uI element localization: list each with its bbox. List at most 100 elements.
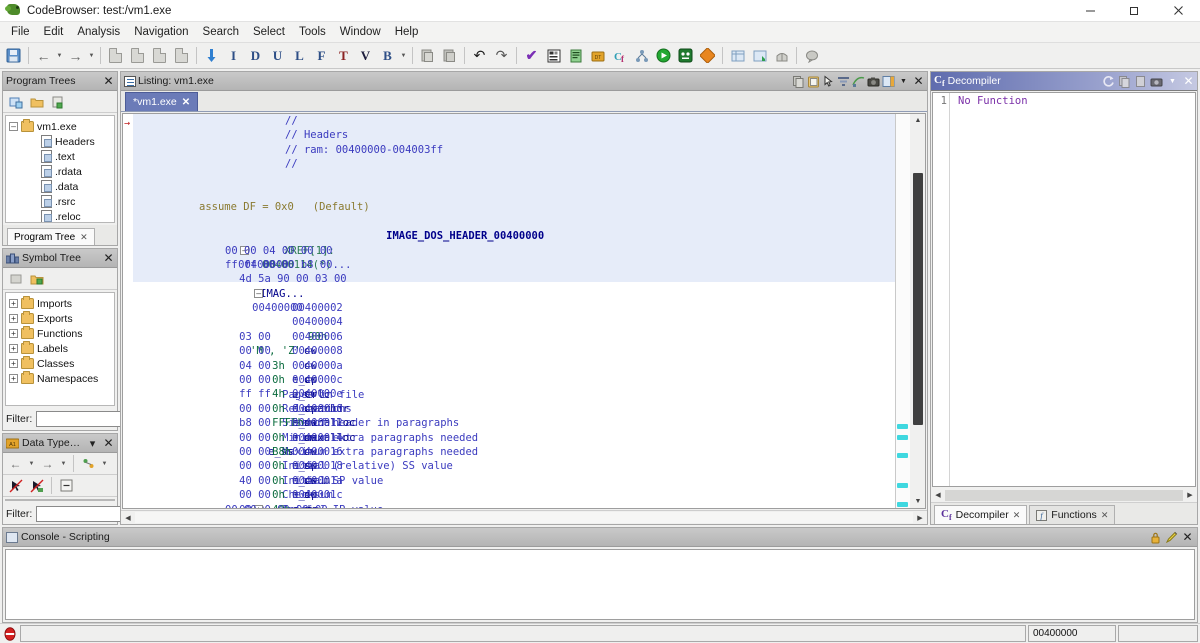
listing-row-e_lfarlc[interactable]: 0040001a 00 00 dw 0h e_ovno Overlay numb… (133, 459, 895, 473)
copy-icon[interactable] (792, 74, 805, 88)
navigation-dropdown-icon[interactable]: ▼ (399, 45, 408, 66)
dtm-back-dropdown-icon[interactable]: ▼ (27, 453, 36, 474)
listing-line-assume[interactable]: assume DF = 0x0 (Default) (133, 200, 895, 214)
dtm-sync-dropdown-icon[interactable]: ▼ (100, 453, 109, 474)
call-tree-icon[interactable] (631, 45, 652, 66)
menu-window[interactable]: Window (333, 24, 388, 40)
tree-node-reloc[interactable]: .reloc (9, 209, 114, 223)
dtm-sync-icon[interactable] (79, 454, 98, 473)
listing-row-e_crlc[interactable]: 00400008 04 00 dw 4h e_cparhdr Size of h… (133, 330, 895, 344)
listing-row-e_ip[interactable]: 00400016 00 00 dw 0h e_cs Initial (relat… (133, 431, 895, 445)
expand-toggle-icon[interactable]: + (9, 299, 18, 308)
tab-vm1exe-close-icon[interactable]: ✕ (182, 97, 190, 108)
diff-icon[interactable] (837, 74, 850, 88)
program-trees-close-icon[interactable]: ✕ (102, 74, 115, 88)
listing-line-cont-2[interactable]: ff ff 00 00 b8 00... (133, 258, 895, 272)
flow-icon[interactable] (852, 74, 865, 88)
symbol-node-functions[interactable]: + Functions (9, 326, 114, 341)
data-type-manager-close-icon[interactable]: ✕ (102, 436, 115, 450)
decompiler-body[interactable]: 1 No Function (932, 92, 1196, 487)
listing-row-e_res[interactable]: + 00 00 00 (133, 488, 895, 502)
listing-close-icon[interactable]: ✕ (912, 74, 925, 88)
next-instruction-letter-icon[interactable]: I (223, 45, 244, 66)
listing-line-cont-1[interactable]: 00 00 04 00 00 00 (133, 244, 895, 258)
symbol-tree-body[interactable]: + Imports + Exports + Functions (5, 292, 115, 406)
listing-content[interactable]: → // // Headers // ram: 00400000-004003f… (122, 113, 926, 509)
listing-row-e_ss[interactable]: 00400010 b8 00 dw B8h e_sp Initial SP va… (133, 387, 895, 401)
paste-special-icon[interactable] (439, 45, 460, 66)
scroll-left-icon[interactable]: ◀ (121, 511, 135, 524)
menu-edit[interactable]: Edit (37, 24, 71, 40)
program-table-icon[interactable] (727, 45, 748, 66)
next-undefined-letter-icon[interactable]: U (267, 45, 288, 66)
dtm-collapse-all-icon[interactable] (57, 476, 76, 495)
dec-hscroll-thumb[interactable] (945, 490, 1183, 501)
symbol-node-classes[interactable]: + Classes (9, 356, 114, 371)
layout-dropdown-icon[interactable]: ▼ (897, 74, 910, 88)
clipboard-icon[interactable] (1134, 74, 1147, 88)
listing-row-e_cp[interactable]: 00400006 00 00 dw 0h e_crlc Relocations (133, 315, 895, 329)
listing-row-e_cs[interactable]: 00400018 40 00 dw 40h e_lfarlc File addr… (133, 445, 895, 459)
emulator-icon[interactable] (675, 45, 696, 66)
refresh-icon[interactable] (1102, 74, 1115, 88)
symbol-node-labels[interactable]: + Labels (9, 341, 114, 356)
menu-navigation[interactable]: Navigation (127, 24, 195, 40)
listing-line-comment-2[interactable]: // Headers (133, 128, 895, 142)
tab-functions-close-icon[interactable]: ✕ (1101, 510, 1109, 521)
scroll-track[interactable] (911, 127, 925, 495)
symbol-rename-icon[interactable] (6, 269, 25, 288)
close-button[interactable] (1156, 0, 1200, 22)
function-graph-icon[interactable]: Cf (609, 45, 630, 66)
tab-decompiler-close-icon[interactable]: ✕ (1013, 510, 1021, 521)
export-program-icon[interactable] (749, 45, 770, 66)
tree-node-headers[interactable]: Headers (9, 134, 114, 149)
symbol-node-imports[interactable]: + Imports (9, 296, 114, 311)
forward-dropdown-icon[interactable]: ▼ (87, 45, 96, 66)
listing-row-e_cblp[interactable]: 00400004 03 00 dw 3h e_cp Pages in file (133, 301, 895, 315)
listing-line-e-magic[interactable]: – 00400000 'M', 'Z' (133, 272, 895, 286)
scroll-right-icon[interactable]: ▶ (1183, 489, 1197, 502)
tab-vm1exe[interactable]: *vm1.exe ✕ (125, 92, 198, 111)
data-type-manager-menu-icon[interactable]: ▾ (86, 436, 99, 450)
tree-node-text[interactable]: .text (9, 149, 114, 164)
menu-search[interactable]: Search (196, 24, 246, 40)
expand-toggle-icon[interactable]: + (9, 344, 18, 353)
symbol-paste-icon[interactable] (27, 269, 46, 288)
listing-code-area[interactable]: // // Headers // ram: 00400000-004003ff … (133, 114, 895, 508)
listing-line-comment-3[interactable]: // ram: 00400000-004003ff (133, 143, 895, 157)
bookmark-marker[interactable] (897, 453, 908, 458)
console-output[interactable] (5, 549, 1195, 620)
bytes-viewer-icon[interactable] (565, 45, 586, 66)
analyze-check-icon[interactable]: ✔ (521, 45, 542, 66)
archive-icon[interactable] (771, 45, 792, 66)
bookmark-marker[interactable] (897, 424, 908, 429)
expand-toggle-icon[interactable]: + (9, 329, 18, 338)
select-cursor-icon[interactable] (822, 74, 835, 88)
new-tree-icon[interactable] (6, 92, 25, 111)
layout-icon[interactable] (882, 74, 895, 88)
tab-functions[interactable]: f Functions ✕ (1029, 505, 1115, 524)
tab-program-tree[interactable]: Program Tree ✕ (7, 228, 95, 245)
listing-line-dos-header[interactable]: – 00400000 4d 5a 90 00 03 00 IMAG... (133, 229, 895, 243)
data-type-manager-body[interactable]: Data Types + BuiltInTypes + (5, 499, 115, 501)
listing-row-e_cparhdr[interactable]: 0040000a 00 00 dw 0h e_minalloc Minimum … (133, 344, 895, 358)
expand-toggle-icon[interactable]: + (9, 374, 18, 383)
paste-icon[interactable] (807, 74, 820, 88)
next-label-letter-icon[interactable]: L (289, 45, 310, 66)
symbol-node-exports[interactable]: + Exports (9, 311, 114, 326)
collapse-toggle-icon[interactable]: – (9, 122, 18, 131)
menu-file[interactable]: File (4, 24, 37, 40)
next-data-letter-icon[interactable]: D (245, 45, 266, 66)
dtm-filter-pointers-icon[interactable] (6, 476, 25, 495)
program-tree-root[interactable]: – vm1.exe (9, 119, 114, 134)
edit-pencil-icon[interactable] (1165, 530, 1178, 544)
listing-line-e-magic-idx[interactable]: 00400002 90h (133, 287, 895, 301)
dtm-forward-dropdown-icon[interactable]: ▼ (59, 453, 68, 474)
listing-row-e_csum[interactable]: 00400014 00 00 dw 0h e_ip Initial IP val… (133, 416, 895, 430)
listing-horizontal-scrollbar[interactable]: ◀ ▶ (121, 510, 927, 524)
next-function-letter-icon[interactable]: F (311, 45, 332, 66)
bookmark-marker[interactable] (897, 483, 908, 488)
lock-icon[interactable] (1149, 530, 1162, 544)
symbol-node-namespaces[interactable]: + Namespaces (9, 371, 114, 386)
maximize-button[interactable] (1112, 0, 1156, 22)
